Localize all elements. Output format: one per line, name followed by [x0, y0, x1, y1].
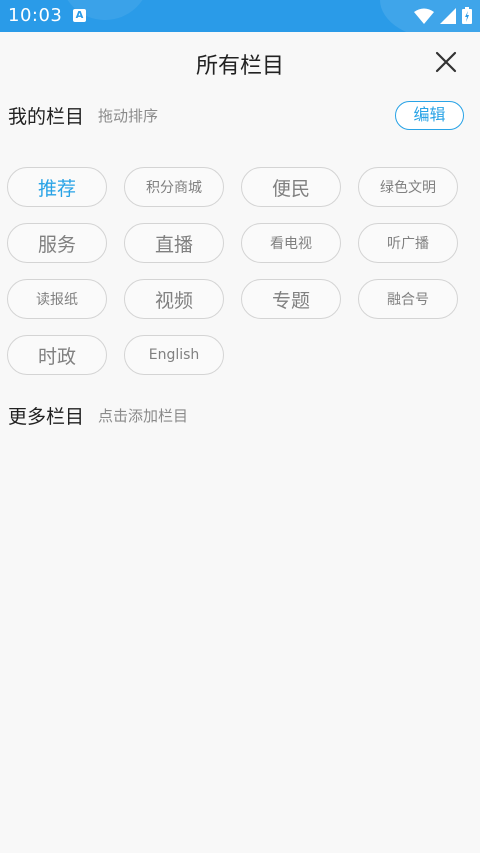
- channel-chip[interactable]: 融合号: [358, 279, 458, 319]
- channel-chip[interactable]: 绿色文明: [358, 167, 458, 207]
- status-time: 10:03: [8, 5, 63, 26]
- signal-icon: [440, 7, 456, 24]
- status-bar: 10:03 A: [0, 0, 480, 32]
- wifi-icon: [414, 8, 434, 24]
- header: 所有栏目: [0, 32, 480, 90]
- status-icons: [414, 7, 472, 24]
- more-channels-title: 更多栏目: [8, 405, 85, 428]
- channel-chip[interactable]: 推荐: [7, 167, 107, 207]
- close-icon: [435, 51, 457, 73]
- channel-chip[interactable]: 读报纸: [7, 279, 107, 319]
- channel-chip[interactable]: 视频: [124, 279, 224, 319]
- edit-button[interactable]: 编辑: [395, 101, 464, 130]
- my-channels-title: 我的栏目: [8, 105, 85, 128]
- channel-chip[interactable]: English: [124, 335, 224, 375]
- close-button[interactable]: [432, 48, 460, 76]
- a-icon: A: [73, 9, 86, 22]
- my-channels-hint: 拖动排序: [98, 106, 159, 125]
- more-channels-hint: 点击添加栏目: [98, 406, 189, 425]
- more-channels-header: 更多栏目 点击添加栏目: [8, 400, 464, 430]
- channel-chip[interactable]: 看电视: [241, 223, 341, 263]
- my-channels-grid: 推荐 积分商城 便民 绿色文明 服务 直播 看电视 听广播 读报纸 视频 专题 …: [7, 167, 459, 375]
- page-title: 所有栏目: [195, 54, 284, 79]
- channel-chip[interactable]: 直播: [124, 223, 224, 263]
- channel-chip[interactable]: 积分商城: [124, 167, 224, 207]
- channel-chip[interactable]: 听广播: [358, 223, 458, 263]
- channel-chip[interactable]: 专题: [241, 279, 341, 319]
- channel-chip[interactable]: 便民: [241, 167, 341, 207]
- battery-icon: [462, 7, 472, 24]
- channel-chip[interactable]: 时政: [7, 335, 107, 375]
- channel-chip[interactable]: 服务: [7, 223, 107, 263]
- my-channels-header: 我的栏目 拖动排序 编辑: [8, 100, 464, 130]
